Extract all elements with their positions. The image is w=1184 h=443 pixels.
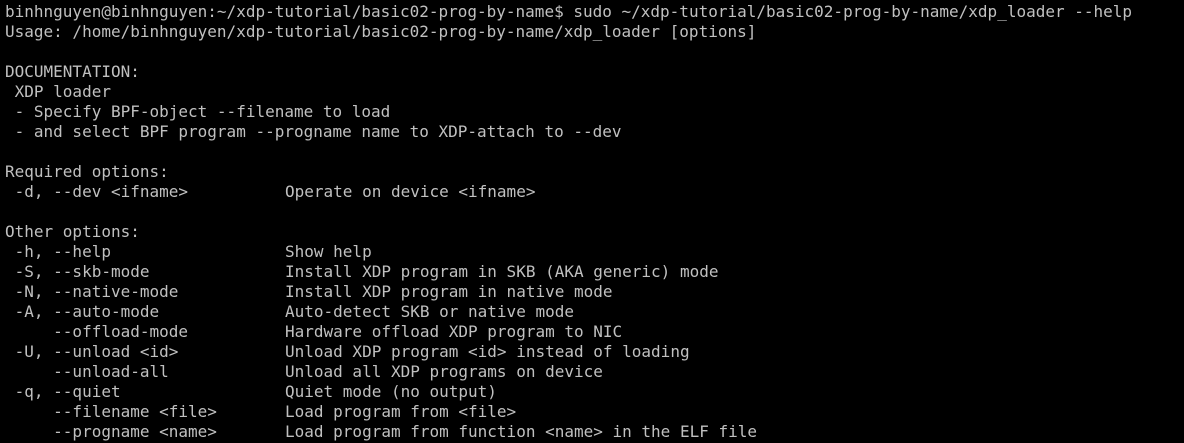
documentation-line: XDP loader bbox=[5, 82, 111, 101]
terminal-window[interactable]: binhnguyen@binhnguyen:~/xdp-tutorial/bas… bbox=[0, 0, 1184, 443]
documentation-line: - Specify BPF-object --filename to load bbox=[5, 102, 391, 121]
required-options-header: Required options: bbox=[5, 162, 169, 181]
option-description: Load program from function <name> in the… bbox=[285, 422, 758, 441]
command-line: binhnguyen@binhnguyen:~/xdp-tutorial/bas… bbox=[5, 2, 1184, 22]
option-flag: -h, --help bbox=[5, 242, 111, 261]
option-description: Load program from <file> bbox=[285, 402, 517, 421]
option-description: Install XDP program in SKB (AKA generic)… bbox=[285, 262, 719, 281]
option-row: --filename <file> Load program from <file… bbox=[5, 402, 1184, 422]
option-description: Operate on device <ifname> bbox=[285, 182, 536, 201]
option-row: -S, --skb-mode Install XDP program in SKB… bbox=[5, 262, 1184, 282]
shell-prompt: binhnguyen@binhnguyen:~/xdp-tutorial/bas… bbox=[5, 2, 574, 21]
documentation-header: DOCUMENTATION: bbox=[5, 62, 140, 81]
option-description: Unload all XDP programs on device bbox=[285, 362, 603, 381]
other-options-header: Other options: bbox=[5, 222, 140, 241]
usage-line: Usage: /home/binhnguyen/xdp-tutorial/bas… bbox=[5, 22, 757, 41]
option-flag: -q, --quiet bbox=[5, 382, 121, 401]
option-description: Auto-detect SKB or native mode bbox=[285, 302, 574, 321]
option-row: -A, --auto-mode Auto-detect SKB or native… bbox=[5, 302, 1184, 322]
option-flag: -d, --dev <ifname> bbox=[5, 182, 189, 201]
option-flag: -N, --native-mode bbox=[5, 282, 179, 301]
option-flag: --unload-all bbox=[5, 362, 169, 381]
option-description: Unload XDP program <id> instead of loadi… bbox=[285, 342, 690, 361]
option-description: Install XDP program in native mode bbox=[285, 282, 613, 301]
option-row: --progname <name> Load program from funct… bbox=[5, 422, 1184, 442]
option-row: -N, --native-mode Install XDP program in … bbox=[5, 282, 1184, 302]
option-flag: -A, --auto-mode bbox=[5, 302, 160, 321]
option-description: Show help bbox=[285, 242, 372, 261]
option-row: --unload-all Unload all XDP programs on d… bbox=[5, 362, 1184, 382]
option-row: -d, --dev <ifname> Operate on device <ifn… bbox=[5, 182, 1184, 202]
option-flag: -S, --skb-mode bbox=[5, 262, 150, 281]
command-text: sudo ~/xdp-tutorial/basic02-prog-by-name… bbox=[573, 2, 1133, 21]
option-row: -U, --unload <id> Unload XDP program <id>… bbox=[5, 342, 1184, 362]
option-flag: --filename <file> bbox=[5, 402, 217, 421]
option-flag: --offload-mode bbox=[5, 322, 189, 341]
option-row: -q, --quiet Quiet mode (no output) bbox=[5, 382, 1184, 402]
option-flag: -U, --unload <id> bbox=[5, 342, 179, 361]
option-row: --offload-mode Hardware offload XDP progr… bbox=[5, 322, 1184, 342]
option-description: Quiet mode (no output) bbox=[285, 382, 497, 401]
option-row: -h, --help Show help bbox=[5, 242, 1184, 262]
option-description: Hardware offload XDP program to NIC bbox=[285, 322, 623, 341]
option-flag: --progname <name> bbox=[5, 422, 217, 441]
documentation-line: - and select BPF program --progname name… bbox=[5, 122, 622, 141]
